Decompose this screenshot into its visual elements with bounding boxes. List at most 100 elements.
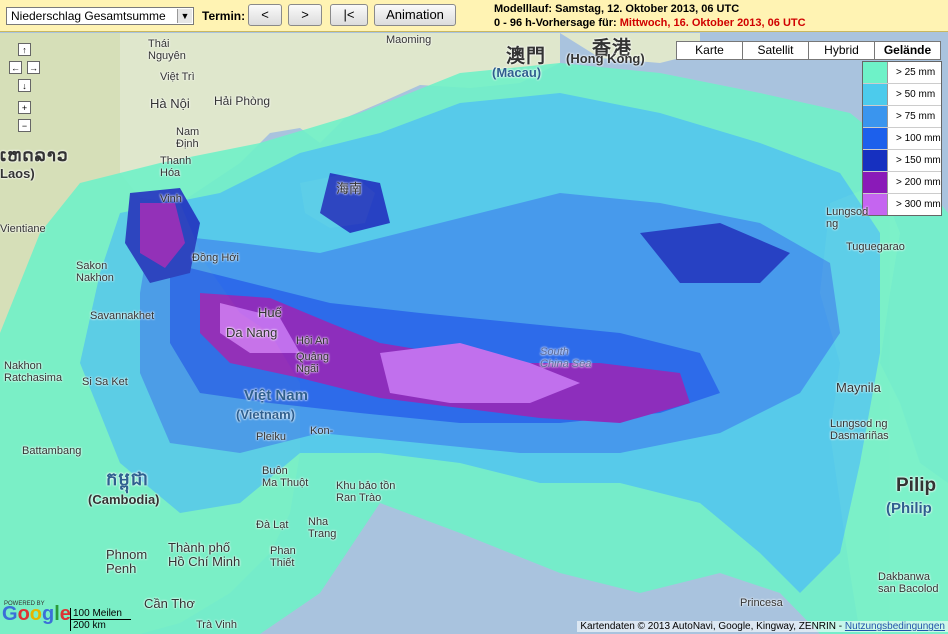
place-dakbanwa: Dakbanwa san Bacolod bbox=[878, 571, 939, 595]
animation-button[interactable]: Animation bbox=[374, 4, 456, 26]
legend-row: > 100 mm bbox=[863, 128, 941, 150]
place-battambang: Battambang bbox=[22, 445, 82, 457]
place-hue: Huế bbox=[258, 305, 282, 320]
place-sakon-nakhon: Sakon Nakhon bbox=[76, 260, 114, 284]
place-savannakhet: Savannakhet bbox=[90, 310, 155, 322]
toolbar: Niederschlag Gesamtsumme ▼ Termin: < > |… bbox=[0, 0, 948, 32]
legend-row: > 75 mm bbox=[863, 106, 941, 128]
zoom-in-icon[interactable]: + bbox=[18, 101, 31, 114]
country-laos: Laos) bbox=[0, 166, 35, 181]
pan-up-icon[interactable]: ↑ bbox=[18, 43, 31, 56]
forecast-prefix: 0 - 96 h-Vorhersage für: bbox=[494, 17, 620, 29]
zoom-out-icon[interactable]: − bbox=[18, 119, 31, 132]
terms-link[interactable]: Nutzungsbedingungen bbox=[845, 621, 945, 632]
sea-label: South China Sea bbox=[540, 346, 592, 370]
place-quang-ngai: Quảng Ngãi bbox=[296, 351, 330, 375]
maptype-satellit[interactable]: Satellit bbox=[742, 41, 809, 60]
country-philippines: Pilip bbox=[896, 475, 937, 496]
legend-swatch bbox=[863, 84, 888, 105]
place-phnom-penh: Phnom Penh bbox=[106, 547, 148, 576]
google-logo: Google bbox=[2, 603, 71, 625]
legend-row: > 300 mm bbox=[863, 194, 941, 215]
precipitation-legend: > 25 mm > 50 mm > 75 mm > 100 mm > 150 mm > 2… bbox=[862, 61, 942, 216]
legend-row: > 25 mm bbox=[863, 62, 941, 84]
country-cambodia: (Cambodia) bbox=[88, 492, 160, 507]
chevron-down-icon[interactable]: ▼ bbox=[177, 9, 192, 23]
legend-row: > 150 mm bbox=[863, 150, 941, 172]
country-philippines-en: (Philip bbox=[886, 500, 932, 517]
place-macau: (Macau) bbox=[492, 65, 542, 80]
scale-miles: 100 Meilen bbox=[70, 608, 131, 620]
place-vinh: Vinh bbox=[160, 193, 182, 205]
legend-label: > 100 mm bbox=[896, 133, 941, 144]
legend-swatch bbox=[863, 150, 888, 171]
legend-label: > 150 mm bbox=[896, 155, 941, 166]
legend-swatch bbox=[863, 106, 888, 127]
pan-right-icon[interactable]: → bbox=[27, 61, 40, 74]
legend-swatch bbox=[863, 62, 888, 83]
pan-left-icon[interactable]: ← bbox=[9, 61, 22, 74]
legend-label: > 300 mm bbox=[896, 199, 941, 210]
place-ha-noi: Hà Nội bbox=[150, 96, 190, 111]
place-nakhon-ratchasima: Nakhon Ratchasima bbox=[4, 360, 63, 384]
place-nha-trang: Nha Trang bbox=[308, 516, 337, 540]
place-pleiku: Pleiku bbox=[256, 431, 286, 443]
legend-label: > 25 mm bbox=[896, 67, 936, 78]
map-canvas bbox=[0, 33, 948, 634]
place-can-tho: Cần Thơ bbox=[144, 596, 195, 611]
maptype-gelaende[interactable]: Gelände bbox=[874, 41, 941, 60]
model-run-text: Modelllauf: Samstag, 12. Oktober 2013, 0… bbox=[494, 3, 740, 15]
termin-label: Termin: bbox=[202, 9, 246, 23]
place-hoi-an: Hội An bbox=[296, 335, 329, 347]
place-lungsod: Lungsod ng bbox=[826, 206, 869, 230]
next-button[interactable]: > bbox=[288, 4, 322, 26]
place-princesa: Princesa bbox=[740, 597, 783, 609]
place-hongkong: (Hong Kong) bbox=[566, 51, 645, 66]
place-da-nang: Da Nang bbox=[226, 325, 278, 340]
place-hainan: 海南 bbox=[336, 181, 363, 196]
scale-bar: 100 Meilen 200 km bbox=[70, 608, 143, 631]
pan-down-icon[interactable]: ↓ bbox=[18, 79, 31, 92]
maptype-karte[interactable]: Karte bbox=[676, 41, 743, 60]
copyright-text: Kartendaten © 2013 AutoNavi, Google, Kin… bbox=[577, 621, 948, 632]
country-laos-native: ເຫດລາວ bbox=[0, 146, 69, 165]
legend-label: > 200 mm bbox=[896, 177, 941, 188]
legend-swatch bbox=[863, 172, 888, 193]
legend-row: > 200 mm bbox=[863, 172, 941, 194]
legend-label: > 75 mm bbox=[896, 111, 936, 122]
place-da-lat: Đà Lạt bbox=[256, 519, 289, 531]
place-thanh-hoa: Thanh Hóa bbox=[160, 155, 192, 179]
place-phan-thiet: Phan Thiết bbox=[270, 545, 296, 569]
country-vietnam: (Vietnam) bbox=[236, 407, 295, 422]
place-viet-tri: Việt Trì bbox=[160, 71, 195, 83]
legend-label: > 50 mm bbox=[896, 89, 936, 100]
place-khu-bao-ton: Khu bảo tồn Ran Trào bbox=[336, 480, 396, 504]
legend-swatch bbox=[863, 128, 888, 149]
place-nam-dinh: Nam Định bbox=[176, 126, 200, 150]
place-tra-vinh: Trà Vinh bbox=[196, 619, 237, 631]
parameter-select[interactable]: Niederschlag Gesamtsumme ▼ bbox=[6, 7, 194, 25]
prev-button[interactable]: < bbox=[248, 4, 282, 26]
copyright-label: Kartendaten © 2013 AutoNavi, Google, Kin… bbox=[580, 621, 845, 632]
place-macau-native: 澳門 bbox=[506, 46, 547, 67]
place-dasmarinas: Lungsod ng Dasmariñas bbox=[830, 418, 889, 442]
place-maoming: Maoming bbox=[386, 34, 432, 46]
place-manila: Maynila bbox=[836, 380, 881, 395]
place-dong-hoi: Đồng Hới bbox=[192, 252, 239, 264]
place-ho-chi-minh: Thành phố Hồ Chí Minh bbox=[168, 540, 241, 569]
place-hai-phong: Hải Phòng bbox=[214, 94, 271, 108]
place-thai-nguyen: Thái Nguyên bbox=[148, 38, 186, 62]
forecast-date: Mittwoch, 16. Oktober 2013, 06 UTC bbox=[619, 17, 806, 29]
maptype-hybrid[interactable]: Hybrid bbox=[808, 41, 875, 60]
place-si-sa-ket: Si Sa Ket bbox=[82, 376, 128, 388]
map[interactable]: ↑ ← → ↓ + − Karte Satellit Hybrid Geländ… bbox=[0, 33, 948, 634]
country-vietnam-native: Việt Nam bbox=[244, 387, 308, 404]
country-cambodia-native: កម្ពុជា bbox=[106, 469, 149, 489]
place-kon-tum: Kon- bbox=[310, 425, 334, 437]
place-buon-ma-thuot: Buôn Ma Thuột bbox=[262, 465, 309, 489]
place-vientiane: Vientiane bbox=[0, 223, 46, 235]
parameter-select-value: Niederschlag Gesamtsumme bbox=[11, 9, 166, 23]
forecast-text: 0 - 96 h-Vorhersage für: Mittwoch, 16. O… bbox=[494, 17, 806, 29]
first-button[interactable]: |< bbox=[330, 4, 368, 26]
scale-km: 200 km bbox=[70, 620, 143, 631]
